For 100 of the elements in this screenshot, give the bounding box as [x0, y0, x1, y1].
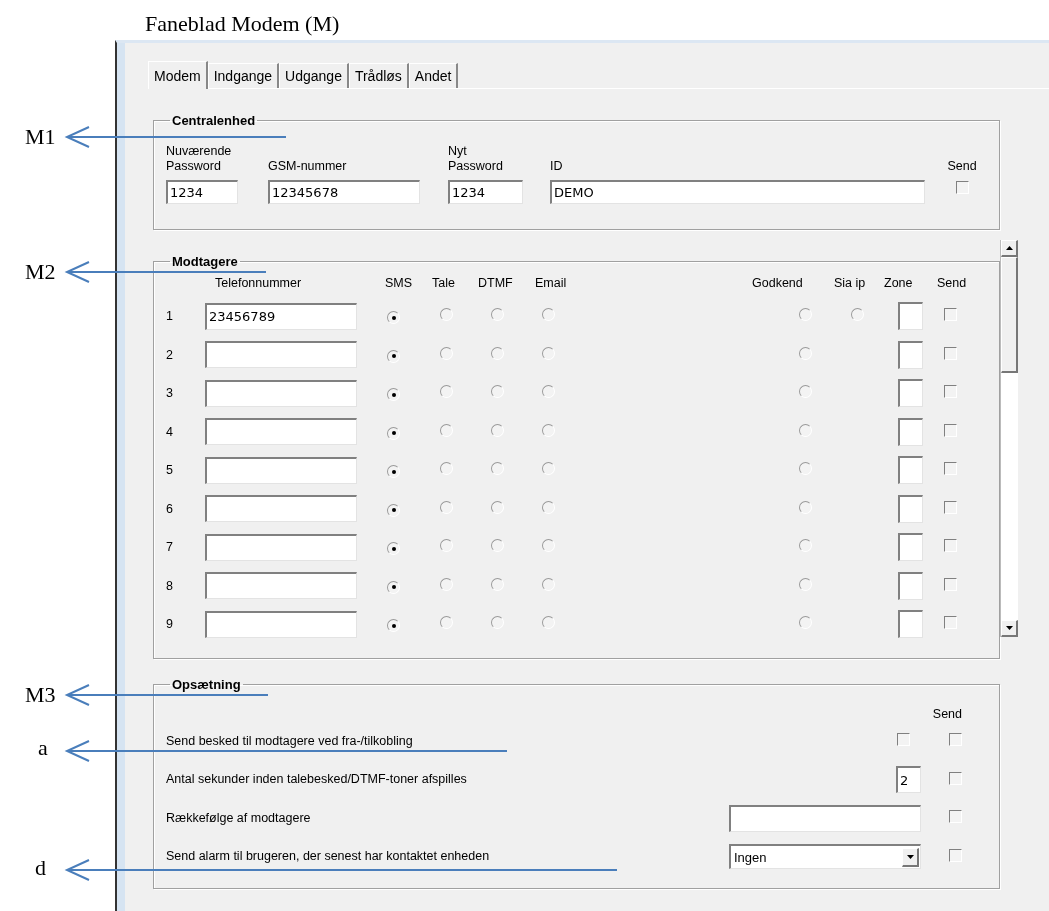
phone-field[interactable]: [205, 456, 357, 484]
radio-button[interactable]: [851, 308, 864, 322]
input-field[interactable]: [729, 804, 921, 832]
input-field[interactable]: DEMO: [550, 180, 925, 204]
zone-field[interactable]: [898, 302, 923, 331]
checkbox[interactable]: [897, 733, 910, 747]
zone-field[interactable]: [898, 571, 923, 600]
radio-button[interactable]: [799, 346, 812, 360]
radio-button[interactable]: [542, 423, 555, 437]
radio-button[interactable]: [387, 426, 400, 440]
radio-button[interactable]: [542, 500, 555, 514]
scroll-thumb[interactable]: [1001, 257, 1018, 373]
scrollbar[interactable]: [1000, 240, 1018, 637]
radio-button[interactable]: [387, 619, 400, 632]
annotation-label: M1: [25, 125, 56, 149]
checkbox[interactable]: [944, 539, 957, 553]
radio-button[interactable]: [440, 577, 453, 591]
number-field[interactable]: 2: [896, 766, 921, 794]
radio-button[interactable]: [387, 388, 400, 401]
radio-button[interactable]: [799, 539, 812, 553]
checkbox[interactable]: [944, 616, 957, 630]
tab[interactable]: Indgange: [207, 63, 280, 88]
radio-button[interactable]: [491, 385, 504, 399]
radio-button[interactable]: [440, 616, 453, 630]
phone-field[interactable]: [205, 341, 357, 369]
radio-button[interactable]: [799, 423, 812, 437]
checkbox[interactable]: [944, 308, 957, 322]
radio-button[interactable]: [387, 503, 400, 517]
radio-button[interactable]: [491, 616, 504, 630]
radio-button[interactable]: [387, 465, 400, 478]
tab[interactable]: Udgange: [279, 63, 349, 88]
radio-button[interactable]: [387, 349, 400, 363]
radio-button[interactable]: [542, 308, 555, 322]
radio-button[interactable]: [542, 577, 555, 591]
row-number: 3: [166, 386, 173, 401]
setting-label: Antal sekunder inden talebesked/DTMF-toner afspilles: [166, 772, 468, 788]
radio-button[interactable]: [491, 462, 504, 476]
radio-button[interactable]: [440, 462, 453, 476]
phone-field[interactable]: [205, 495, 357, 523]
radio-button[interactable]: [387, 542, 400, 555]
dropdown[interactable]: Ingen: [729, 844, 921, 870]
radio-button[interactable]: [491, 308, 504, 322]
radio-button[interactable]: [542, 385, 555, 399]
checkbox[interactable]: [944, 500, 957, 514]
radio-button[interactable]: [542, 616, 555, 630]
dropdown-button[interactable]: [902, 847, 919, 867]
zone-field[interactable]: [898, 379, 923, 408]
input-field[interactable]: 1234: [166, 180, 238, 204]
input-field[interactable]: 12345678: [268, 180, 420, 204]
radio-button[interactable]: [799, 500, 812, 514]
radio-button[interactable]: [440, 346, 453, 360]
checkbox[interactable]: [944, 385, 957, 399]
radio-button[interactable]: [799, 462, 812, 476]
checkbox[interactable]: [949, 810, 962, 824]
radio-button[interactable]: [799, 385, 812, 399]
radio-button[interactable]: [542, 462, 555, 476]
zone-field[interactable]: [898, 533, 923, 562]
phone-field[interactable]: [205, 610, 357, 638]
checkbox[interactable]: [949, 848, 962, 862]
tab[interactable]: Andet: [408, 63, 459, 88]
checkbox[interactable]: [944, 346, 957, 360]
checkbox[interactable]: [955, 181, 969, 194]
checkbox[interactable]: [944, 462, 957, 476]
radio-button[interactable]: [491, 500, 504, 514]
zone-field[interactable]: [898, 610, 923, 639]
radio-button[interactable]: [387, 580, 400, 594]
checkbox[interactable]: [944, 423, 957, 437]
radio-button[interactable]: [542, 539, 555, 553]
radio-button[interactable]: [799, 616, 812, 630]
scroll-down-button[interactable]: [1001, 620, 1018, 637]
radio-button[interactable]: [491, 539, 504, 553]
zone-field[interactable]: [898, 417, 923, 446]
radio-button[interactable]: [440, 423, 453, 437]
zone-field[interactable]: [898, 340, 923, 369]
phone-field[interactable]: [205, 533, 357, 561]
phone-field[interactable]: 23456789: [205, 302, 357, 330]
radio-button[interactable]: [542, 346, 555, 360]
phone-field[interactable]: [205, 379, 357, 407]
phone-field[interactable]: [205, 572, 357, 600]
figure-caption: Faneblad Modem (M): [145, 11, 340, 36]
radio-button[interactable]: [440, 539, 453, 553]
input-field[interactable]: 1234: [448, 180, 523, 204]
tab[interactable]: Trådløs: [348, 63, 409, 88]
radio-button[interactable]: [491, 346, 504, 360]
zone-field[interactable]: [898, 494, 923, 523]
zone-field[interactable]: [898, 456, 923, 485]
radio-button[interactable]: [799, 308, 812, 322]
radio-button[interactable]: [387, 311, 400, 324]
checkbox[interactable]: [949, 771, 962, 785]
radio-button[interactable]: [440, 308, 453, 322]
checkbox[interactable]: [944, 577, 957, 591]
radio-button[interactable]: [491, 423, 504, 437]
tab[interactable]: Modem: [148, 61, 208, 89]
radio-button[interactable]: [799, 577, 812, 591]
radio-button[interactable]: [440, 500, 453, 514]
radio-button[interactable]: [491, 577, 504, 591]
radio-button[interactable]: [440, 385, 453, 399]
scroll-up-button[interactable]: [1001, 240, 1018, 257]
checkbox[interactable]: [949, 733, 962, 747]
phone-field[interactable]: [205, 418, 357, 446]
